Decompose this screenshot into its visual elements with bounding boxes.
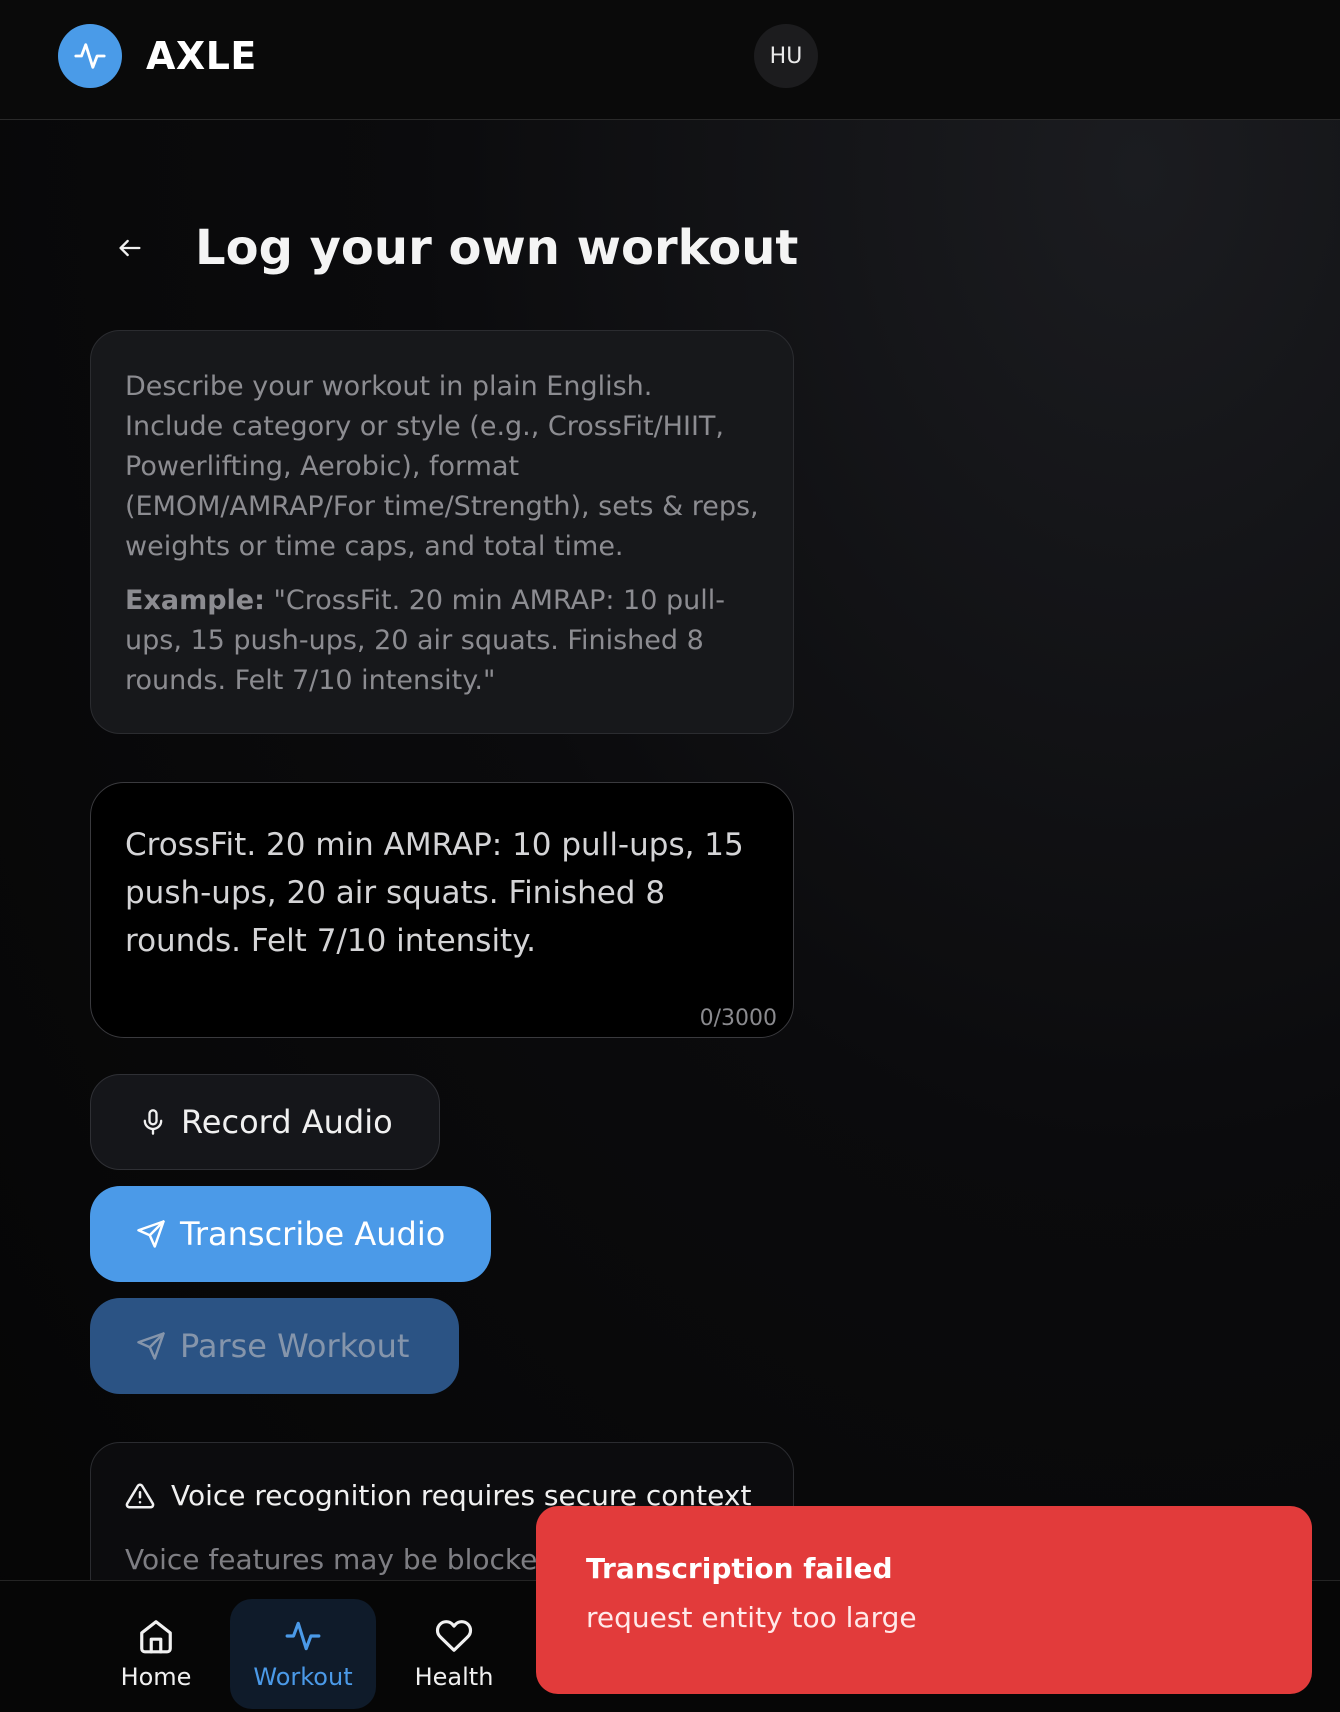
nav-item-label: Health: [414, 1663, 494, 1691]
nav-item-health[interactable]: Health: [400, 1599, 508, 1709]
nav-item-workout[interactable]: Workout: [230, 1599, 376, 1709]
home-icon: [137, 1617, 175, 1655]
record-audio-button[interactable]: Record Audio: [90, 1074, 440, 1170]
microphone-icon: [139, 1108, 167, 1136]
pulse-icon[interactable]: [58, 24, 122, 88]
workout-text-value[interactable]: CrossFit. 20 min AMRAP: 10 pull-ups, 15 …: [125, 821, 759, 965]
heart-icon: [435, 1617, 473, 1655]
instructions-card: Describe your workout in plain English. …: [90, 330, 794, 734]
page-title: Log your own workout: [195, 220, 799, 276]
toast-message: request entity too large: [586, 1601, 917, 1634]
parse-workout-button[interactable]: Parse Workout: [90, 1298, 459, 1394]
character-counter: 0/3000: [699, 1006, 777, 1031]
avatar[interactable]: HU: [754, 24, 818, 88]
record-audio-label: Record Audio: [181, 1103, 393, 1141]
arrow-left-icon: [119, 239, 141, 257]
app-header: AXLE HU: [0, 0, 1340, 120]
send-icon: [136, 1331, 166, 1361]
toast-title: Transcription failed: [586, 1552, 893, 1585]
instructions-text: Describe your workout in plain English. …: [125, 371, 759, 562]
nav-item-label: Workout: [253, 1663, 353, 1691]
back-button[interactable]: [108, 226, 152, 270]
example-text: Example: "CrossFit. 20 min AMRAP: 10 pul…: [125, 581, 759, 701]
error-toast[interactable]: Transcription failed request entity too …: [536, 1506, 1312, 1694]
example-label: Example:: [125, 585, 265, 616]
workout-textarea[interactable]: CrossFit. 20 min AMRAP: 10 pull-ups, 15 …: [90, 782, 794, 1038]
parse-workout-label: Parse Workout: [180, 1327, 410, 1365]
brand-name[interactable]: AXLE: [146, 34, 257, 78]
send-icon: [136, 1219, 166, 1249]
warning-triangle-icon: [125, 1481, 155, 1511]
nav-item-label: Home: [120, 1663, 192, 1691]
nav-item-home[interactable]: Home: [100, 1599, 212, 1709]
warning-description: Voice features may be blocked i: [125, 1543, 572, 1576]
transcribe-audio-label: Transcribe Audio: [180, 1215, 446, 1253]
transcribe-audio-button[interactable]: Transcribe Audio: [90, 1186, 491, 1282]
pulse-icon: [284, 1617, 322, 1655]
